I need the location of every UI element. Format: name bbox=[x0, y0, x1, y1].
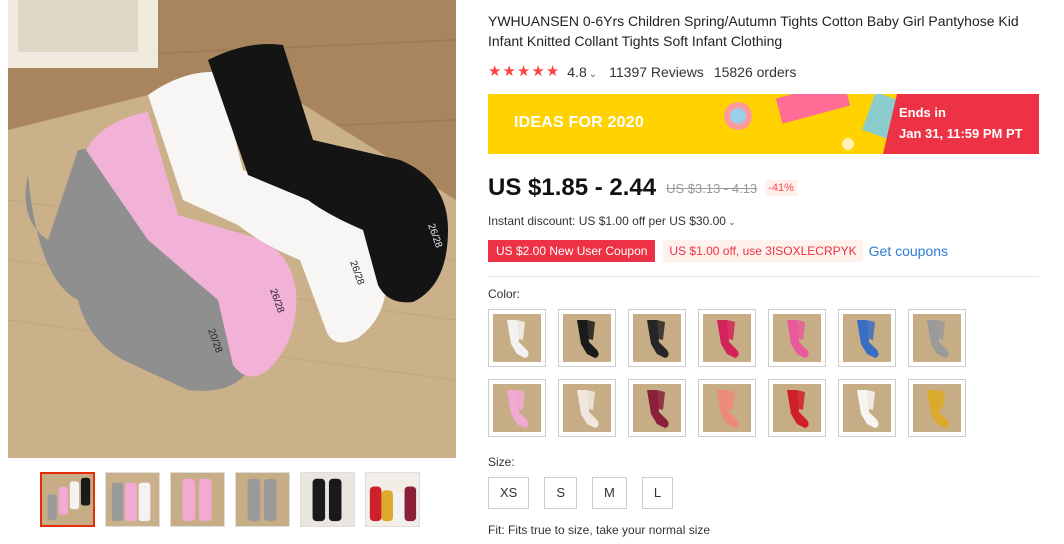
orders-count: 15826 orders bbox=[713, 64, 797, 80]
star-icon: ★ bbox=[531, 63, 545, 80]
color-swatch-multi-dots[interactable] bbox=[838, 309, 896, 367]
thumbnail-strip bbox=[40, 472, 420, 527]
chevron-down-icon: ⌄ bbox=[727, 217, 736, 227]
color-swatch-ivory[interactable] bbox=[838, 379, 896, 437]
color-swatch-rainbow-stripe[interactable] bbox=[768, 309, 826, 367]
banner-ideas-text: IDEAS FOR 2020 bbox=[514, 114, 644, 131]
color-swatch-pink[interactable] bbox=[488, 379, 546, 437]
swatch-image bbox=[843, 384, 891, 432]
swatch-image bbox=[563, 314, 611, 362]
swatch-image bbox=[563, 384, 611, 432]
product-title: YWHUANSEN 0-6Yrs Children Spring/Autumn … bbox=[488, 13, 1019, 49]
size-option-s[interactable]: S bbox=[544, 477, 578, 509]
swatch-image bbox=[843, 314, 891, 362]
swatch-image bbox=[493, 384, 541, 432]
divider bbox=[488, 276, 1039, 277]
swatch-image bbox=[773, 314, 821, 362]
fit-note: Fit: Fits true to size, take your normal… bbox=[488, 523, 711, 537]
thumbnail-3[interactable] bbox=[170, 472, 225, 527]
size-option-m[interactable]: M bbox=[592, 477, 627, 509]
swatch-image bbox=[633, 384, 681, 432]
size-option-xs[interactable]: XS bbox=[488, 477, 530, 509]
coupon-row: US $2.00 New User Coupon US $1.00 off, u… bbox=[488, 240, 1048, 262]
color-swatch-white[interactable] bbox=[488, 309, 546, 367]
reviews-count[interactable]: 11397 Reviews bbox=[609, 64, 704, 80]
chevron-down-icon: ⌄ bbox=[588, 69, 598, 80]
color-swatch-black-knit[interactable] bbox=[628, 309, 686, 367]
price-row: US $1.85 - 2.44 US $3.13 - 4.13 -41% bbox=[488, 172, 1048, 204]
rating-row: ★ ★ ★ ★ ★ 4.8 ⌄ 11397 Reviews 15826 order… bbox=[488, 62, 1048, 82]
new-user-coupon[interactable]: US $2.00 New User Coupon bbox=[488, 240, 656, 262]
promo-banner[interactable]: IDEAS FOR 2020 Ends in Jan 31, 11:59 PM … bbox=[488, 94, 1039, 154]
main-product-image[interactable]: 20/28 26/28 26/28 26/28 bbox=[8, 0, 456, 458]
color-swatch-mustard[interactable] bbox=[908, 379, 966, 437]
countdown-box: Ends in Jan 31, 11:59 PM PT bbox=[883, 94, 1039, 154]
countdown-label: Ends in bbox=[899, 105, 946, 120]
rating-value[interactable]: 4.8 ⌄ bbox=[567, 64, 597, 80]
product-info: YWHUANSEN 0-6Yrs Children Spring/Autumn … bbox=[488, 0, 1048, 537]
swatch-image bbox=[913, 314, 961, 362]
color-swatch-rose-print[interactable] bbox=[698, 309, 756, 367]
star-icon: ★ bbox=[545, 63, 560, 80]
color-label: Color: bbox=[488, 287, 521, 301]
swatch-image bbox=[913, 384, 961, 432]
get-coupons-link[interactable]: Get coupons bbox=[869, 243, 948, 259]
thumbnail-5[interactable] bbox=[300, 472, 355, 527]
thumbnail-6[interactable] bbox=[365, 472, 420, 527]
code-coupon[interactable]: US $1.00 off, use 3ISOXLECRPYK bbox=[663, 240, 863, 262]
instant-discount[interactable]: Instant discount: US $1.00 off per US $3… bbox=[488, 214, 1048, 230]
color-swatch-coral[interactable] bbox=[698, 379, 756, 437]
size-option-l[interactable]: L bbox=[641, 477, 674, 509]
swatch-image bbox=[703, 314, 751, 362]
countdown-date: Jan 31, 11:59 PM PT bbox=[899, 126, 1023, 141]
star-icon: ★ bbox=[502, 63, 516, 80]
swatch-image bbox=[703, 384, 751, 432]
star-icon: ★ bbox=[516, 63, 531, 80]
swatch-image bbox=[493, 314, 541, 362]
original-price: US $3.13 - 4.13 bbox=[666, 180, 758, 196]
rating-stars: ★ ★ ★ ★ ★ bbox=[488, 64, 559, 80]
color-swatch-grey[interactable] bbox=[908, 309, 966, 367]
swatch-image bbox=[633, 314, 681, 362]
star-icon: ★ bbox=[488, 63, 502, 80]
size-label: Size: bbox=[488, 455, 515, 469]
color-swatch-cream[interactable] bbox=[558, 379, 616, 437]
color-swatch-wine[interactable] bbox=[628, 379, 686, 437]
thumbnail-2[interactable] bbox=[105, 472, 160, 527]
color-swatch-red[interactable] bbox=[768, 379, 826, 437]
thumbnail-1[interactable] bbox=[40, 472, 95, 527]
color-swatch-grid bbox=[488, 309, 1048, 437]
current-price: US $1.85 - 2.44 bbox=[488, 174, 657, 201]
discount-badge: -41% bbox=[765, 180, 797, 196]
size-options: XS S M L bbox=[488, 477, 1048, 509]
color-swatch-black[interactable] bbox=[558, 309, 616, 367]
thumbnail-4[interactable] bbox=[235, 472, 290, 527]
swatch-image bbox=[773, 384, 821, 432]
